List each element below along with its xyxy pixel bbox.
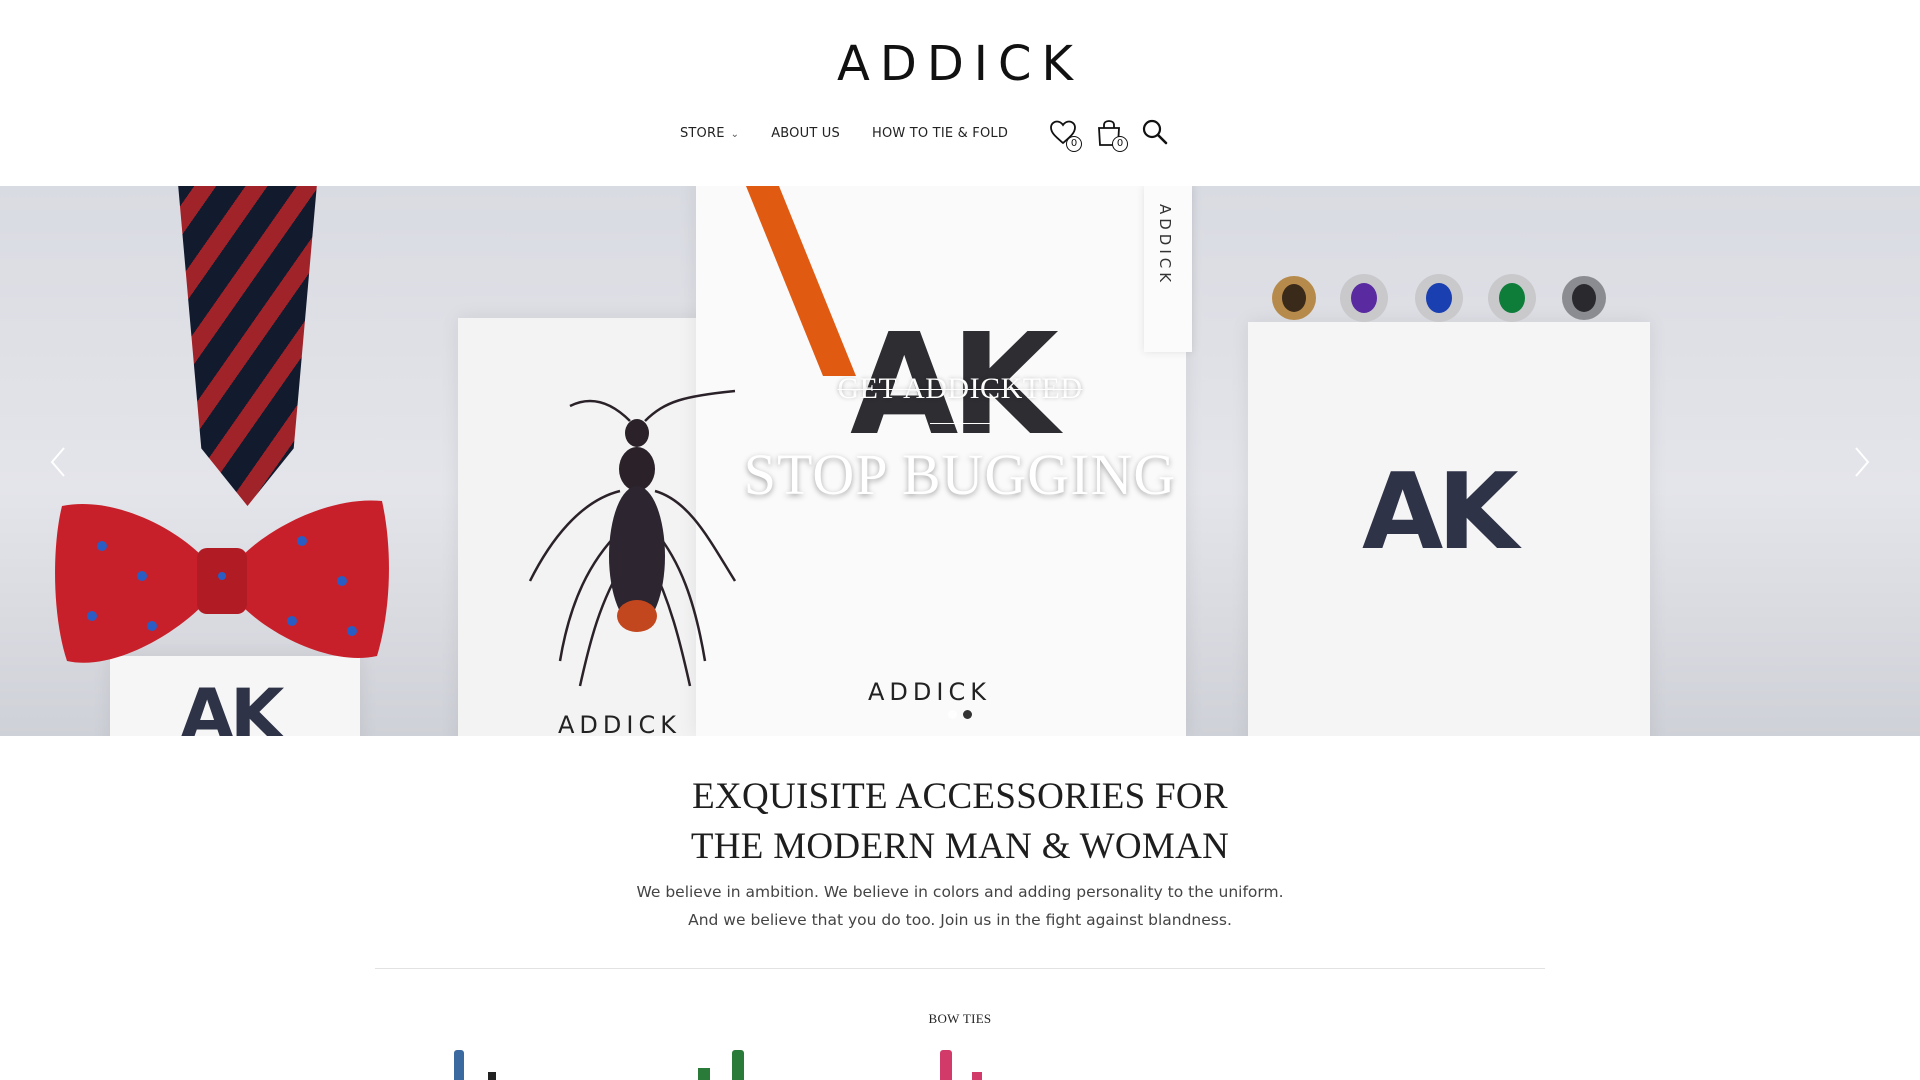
nav-item-store-label: STORE bbox=[679, 125, 725, 141]
slider-dot-2[interactable] bbox=[963, 710, 972, 719]
bowtie-image bbox=[55, 500, 389, 663]
intro-heading-line-1: EXQUISITE ACCESSORIES FOR bbox=[692, 776, 1228, 817]
brand-logo[interactable]: ADDICK bbox=[0, 36, 1920, 92]
hero-subtitle-text: GET ADDICKTED bbox=[837, 372, 1083, 405]
search-icon bbox=[1142, 119, 1168, 145]
cufflinks-image bbox=[1272, 274, 1606, 322]
main-navigation: STORE ⌄ ABOUT US HOW TO TIE & FOLD 0 0 bbox=[0, 118, 1920, 152]
product-row bbox=[0, 1046, 1920, 1080]
section-divider bbox=[375, 968, 1545, 969]
chevron-right-icon bbox=[1855, 447, 1870, 477]
search-button[interactable] bbox=[1140, 118, 1170, 148]
hang-tag-text: ADDICK bbox=[1156, 204, 1174, 287]
hero-subtitle: GET ADDICKTED bbox=[0, 372, 1920, 406]
slider-prev-button[interactable] bbox=[44, 442, 74, 482]
section-label-bow-ties[interactable]: BOW TIES bbox=[0, 1011, 1920, 1027]
intro-heading: EXQUISITE ACCESSORIES FOR THE MODERN MAN… bbox=[0, 772, 1920, 872]
box-brand-label-left: ADDICK bbox=[558, 711, 681, 736]
hero-divider bbox=[930, 423, 990, 424]
header-icons: 0 0 bbox=[1048, 118, 1170, 152]
slider-next-button[interactable] bbox=[1846, 442, 1876, 482]
hang-tag: ADDICK bbox=[1144, 186, 1192, 352]
chevron-left-icon bbox=[50, 447, 65, 477]
intro-heading-line-2: THE MODERN MAN & WOMAN bbox=[690, 826, 1230, 867]
product-thumbnail[interactable] bbox=[938, 1046, 998, 1080]
slider-dot-1[interactable] bbox=[948, 710, 957, 719]
hero-slider: AK ADDICK AK AK ADDICK ADDICK GET ADDICK… bbox=[0, 186, 1920, 736]
chevron-down-icon: ⌄ bbox=[730, 128, 740, 140]
nav-item-how-to-tie[interactable]: HOW TO TIE & FOLD bbox=[872, 126, 1008, 141]
nav-item-about-us[interactable]: ABOUT US bbox=[771, 126, 840, 141]
box-brand-label-center: ADDICK bbox=[868, 678, 991, 706]
product-thumbnail[interactable] bbox=[452, 1046, 502, 1080]
wishlist-count-badge: 0 bbox=[1066, 136, 1083, 152]
product-thumbnail[interactable] bbox=[696, 1046, 756, 1080]
nav-links: STORE ⌄ ABOUT US HOW TO TIE & FOLD bbox=[680, 126, 1008, 141]
beetle-image bbox=[528, 389, 737, 687]
intro-paragraph-line-1: We believe in ambition. We believe in co… bbox=[636, 883, 1284, 901]
cart-count-badge: 0 bbox=[1112, 136, 1129, 152]
slider-pagination bbox=[948, 710, 972, 719]
intro-paragraph: We believe in ambition. We believe in co… bbox=[0, 878, 1920, 934]
nav-item-store[interactable]: STORE ⌄ bbox=[680, 126, 739, 141]
wishlist-button[interactable]: 0 bbox=[1048, 118, 1083, 152]
hero-title: STOP BUGGING bbox=[743, 442, 1177, 507]
cart-button[interactable]: 0 bbox=[1094, 118, 1129, 152]
intro-paragraph-line-2: And we believe that you do too. Join us … bbox=[688, 911, 1232, 929]
box-ak-mark-small: AK bbox=[180, 674, 284, 736]
